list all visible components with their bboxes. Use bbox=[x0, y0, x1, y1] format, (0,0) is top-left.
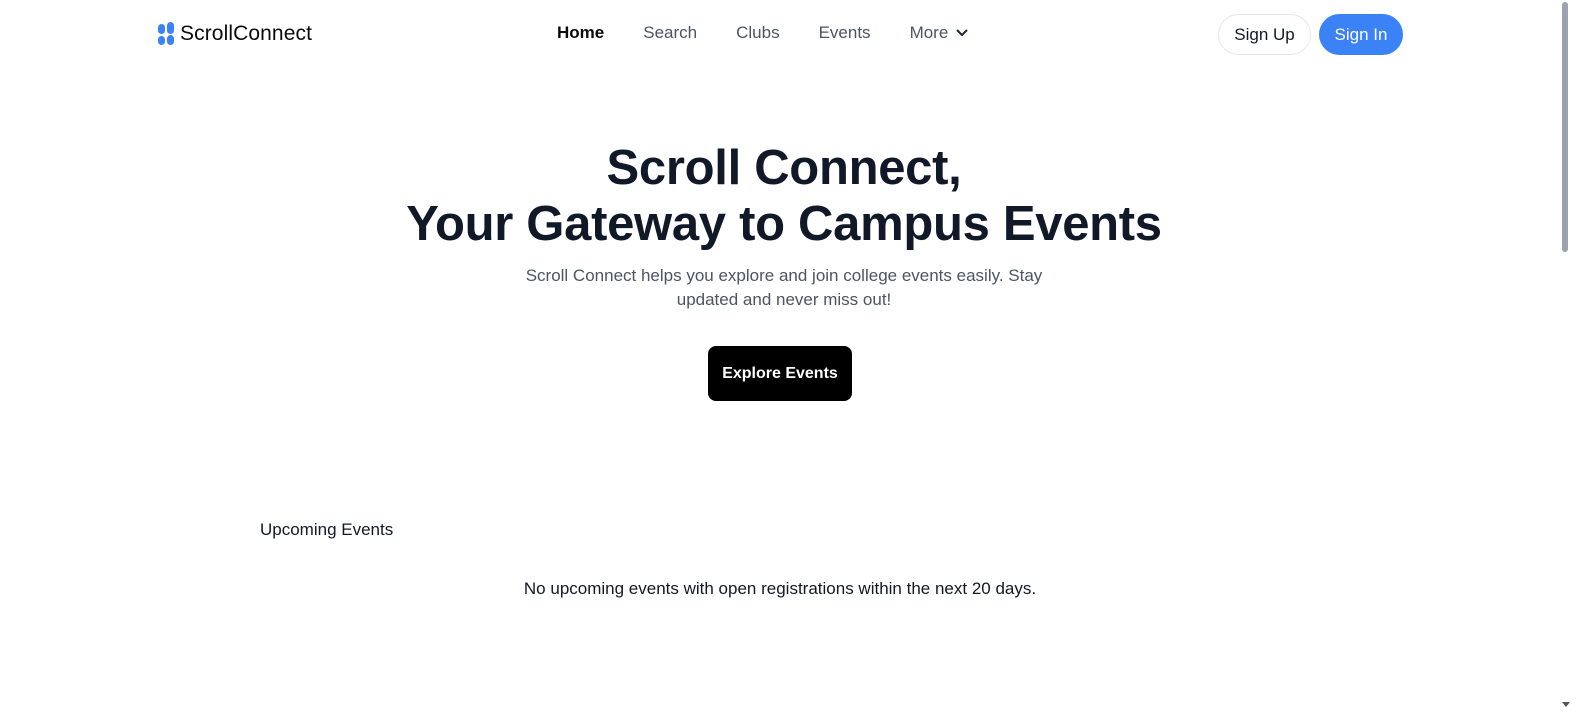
upcoming-events-heading: Upcoming Events bbox=[260, 520, 394, 539]
sign-in-button[interactable]: Sign In bbox=[1319, 14, 1403, 55]
page-scrollbar[interactable] bbox=[1568, 0, 1593, 717]
sign-up-button[interactable]: Sign Up bbox=[1218, 14, 1311, 55]
top-navbar: ScrollConnect Home Search Clubs Events M… bbox=[0, 0, 1568, 68]
scrollbar-thumb[interactable] bbox=[1562, 2, 1568, 252]
brand-name: ScrollConnect bbox=[180, 22, 313, 45]
nav-events[interactable]: Events bbox=[819, 23, 871, 43]
hero-section: Scroll Connect, Your Gateway to Campus E… bbox=[0, 140, 1568, 401]
main-nav: Home Search Clubs Events More bbox=[557, 23, 968, 43]
hero-title-line1: Scroll Connect, bbox=[606, 141, 962, 195]
nav-home[interactable]: Home bbox=[557, 23, 604, 43]
chevron-down-icon bbox=[956, 29, 968, 36]
brand-logo-link[interactable]: ScrollConnect bbox=[158, 22, 312, 46]
hero-title-line2: Your Gateway to Campus Events bbox=[406, 197, 1162, 251]
nav-search[interactable]: Search bbox=[643, 23, 697, 43]
nav-clubs[interactable]: Clubs bbox=[736, 23, 779, 43]
scroll-down-arrow-icon[interactable] bbox=[1562, 702, 1570, 707]
hero-subtitle: Scroll Connect helps you explore and joi… bbox=[525, 266, 1043, 309]
hero-title: Scroll Connect, Your Gateway to Campus E… bbox=[0, 140, 1568, 252]
upcoming-events-empty-message: No upcoming events with open registratio… bbox=[523, 579, 1037, 598]
nav-more-dropdown[interactable]: More bbox=[910, 23, 969, 43]
logo-icon bbox=[158, 22, 176, 46]
explore-events-button[interactable]: Explore Events bbox=[708, 346, 852, 401]
nav-more-label: More bbox=[909, 23, 949, 42]
